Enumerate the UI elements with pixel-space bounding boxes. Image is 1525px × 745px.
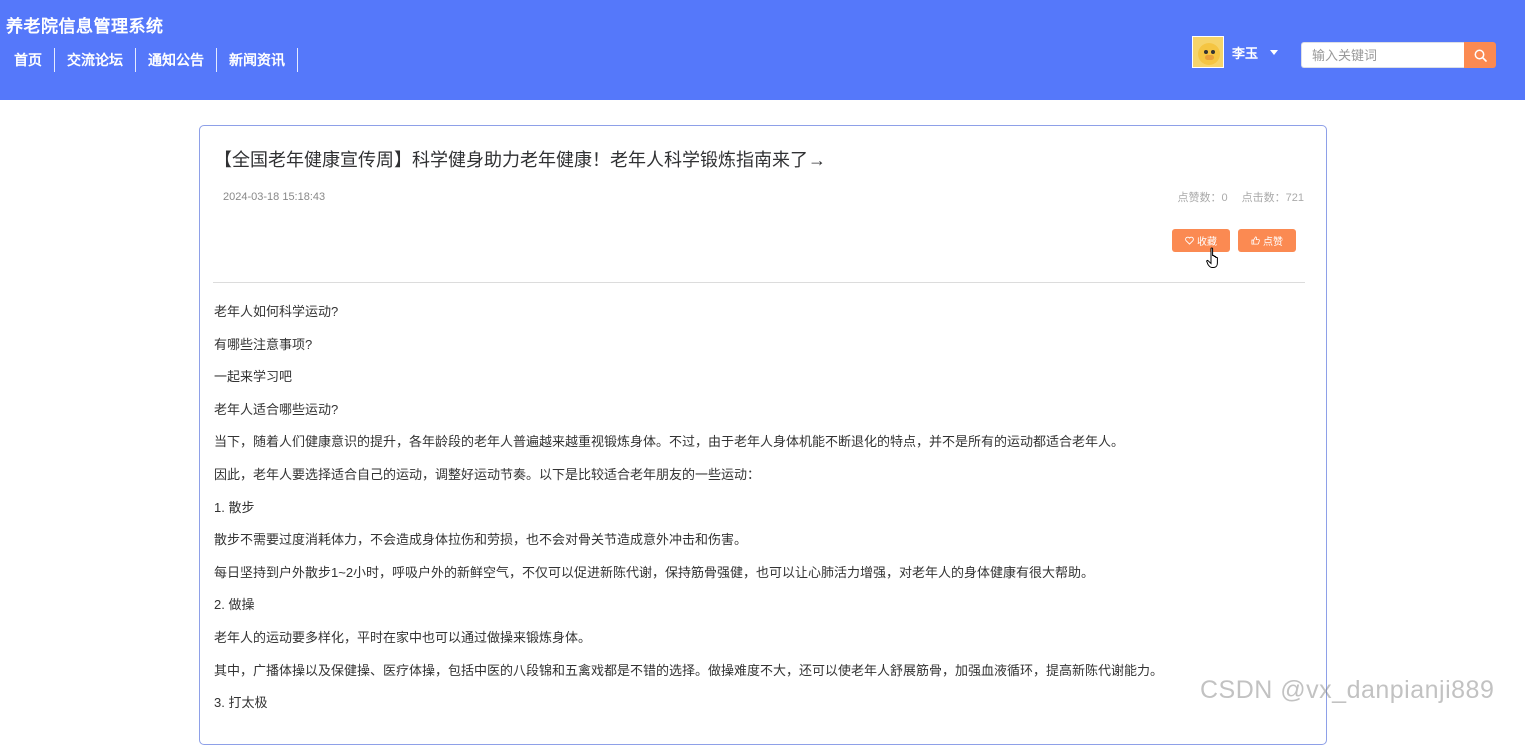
article-content: 老年人如何科学运动? 有哪些注意事项? 一起来学习吧 老年人适合哪些运动? 当下…: [214, 302, 1304, 726]
main-nav: 首页 交流论坛 通知公告 新闻资讯: [0, 48, 298, 72]
app-title: 养老院信息管理系统: [6, 17, 164, 36]
paragraph: 老年人如何科学运动?: [214, 304, 339, 319]
top-header: 养老院信息管理系统 首页 交流论坛 通知公告 新闻资讯 李玉: [0, 0, 1525, 100]
paragraph: 因此，老年人要选择适合自己的运动，调整好运动节奏。以下是比较适合老年朋友的一些运…: [214, 466, 761, 482]
article-card: 【全国老年健康宣传周】科学健身助力老年健康！老年人科学锻炼指南来了→ 2024-…: [199, 125, 1327, 745]
favorite-label: 收藏: [1197, 237, 1217, 248]
paragraph: 3. 打太极: [214, 695, 268, 711]
search-icon: [1474, 49, 1487, 62]
publish-date: 2024-03-18 15:18:43: [223, 191, 326, 203]
paragraph: 老年人适合哪些运动?: [214, 401, 339, 417]
search-bar: [1301, 42, 1496, 68]
article-stats: 点赞数：0 点击数：721: [1178, 189, 1304, 205]
nav-item-news[interactable]: 新闻资讯: [217, 48, 298, 72]
like-label: 点赞: [1263, 237, 1283, 248]
article-title: 【全国老年健康宣传周】科学健身助力老年健康！老年人科学锻炼指南来了→: [214, 150, 826, 170]
divider: [213, 282, 1305, 283]
heart-icon: [1185, 236, 1194, 245]
search-input[interactable]: [1301, 42, 1464, 68]
search-button[interactable]: [1464, 42, 1496, 68]
caret-down-icon[interactable]: [1270, 49, 1279, 55]
click-count: 点击数：721: [1241, 192, 1304, 204]
thumbs-up-icon: [1251, 236, 1260, 245]
nav-item-forum[interactable]: 交流论坛: [55, 48, 136, 72]
nav-item-notices[interactable]: 通知公告: [136, 48, 217, 72]
action-buttons: 收藏 点赞: [1172, 229, 1296, 252]
username[interactable]: 李玉: [1232, 43, 1258, 62]
paragraph: 散步不需要过度消耗体力，不会造成身体拉伤和劳损，也不会对骨关节造成意外冲击和伤害…: [214, 532, 748, 548]
user-menu[interactable]: 李玉: [1192, 36, 1279, 68]
like-count: 点赞数：0: [1177, 192, 1228, 204]
watermark: CSDN @vx_danpianji889: [1200, 676, 1495, 704]
avatar[interactable]: [1192, 36, 1224, 68]
paragraph: 1. 散步: [214, 499, 255, 515]
paragraph: 2. 做操: [214, 597, 255, 613]
paragraph: 有哪些注意事项?: [214, 336, 313, 352]
hand-cursor-icon: [1206, 247, 1218, 268]
paragraph: 每日坚持到户外散步1~2小时，呼吸户外的新鲜空气，不仅可以促进新陈代谢，保持筋骨…: [214, 564, 1095, 580]
nav-item-home[interactable]: 首页: [0, 48, 55, 72]
paragraph: 其中，广播体操以及保健操、医疗体操，包括中医的八段锦和五禽戏都是不错的选择。做操…: [214, 662, 1164, 678]
paragraph: 一起来学习吧: [214, 369, 293, 385]
like-button[interactable]: 点赞: [1238, 229, 1296, 252]
paragraph: 当下，随着人们健康意识的提升，各年龄段的老年人普遍越来越重视锻炼身体。不过，由于…: [214, 434, 1125, 450]
paragraph: 老年人的运动要多样化，平时在家中也可以通过做操来锻炼身体。: [214, 629, 592, 645]
